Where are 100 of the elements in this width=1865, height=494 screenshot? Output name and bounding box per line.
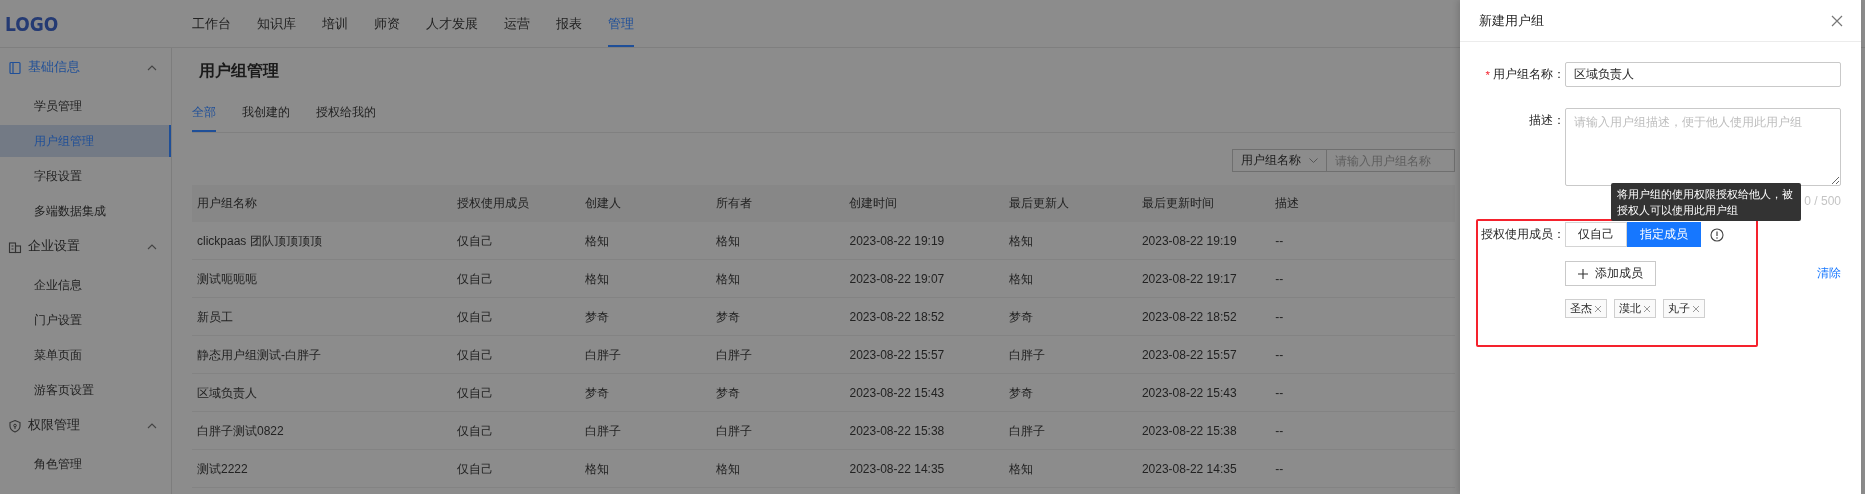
table-cell: 新员工 [192, 297, 452, 336]
column-header: 创建时间 [844, 185, 1004, 222]
table-cell: -- [1270, 335, 1455, 374]
nav-tab[interactable]: 师资 [374, 0, 400, 47]
char-counter: 0 / 500 [1804, 194, 1841, 208]
table-cell: 梦奇 [579, 297, 712, 336]
table-cell: 2023-08-22 19:19 [1136, 222, 1271, 260]
field-label: 用户组名称： [1493, 67, 1565, 82]
page-title: 用户组管理 [198, 61, 280, 81]
table-cell: 梦奇 [1003, 373, 1137, 412]
nav-tab[interactable]: 人才发展 [426, 0, 478, 47]
table-cell: 2023-08-22 19:07 [844, 259, 1004, 298]
chevron-up-icon [147, 422, 157, 429]
menu-item[interactable]: 门户设置 [0, 304, 171, 336]
table-cell: 白胖子 [1003, 411, 1137, 450]
nav-tab[interactable]: 培训 [322, 0, 348, 47]
table-cell: 2023-08-22 18:52 [1136, 297, 1271, 336]
table-cell: 2023-08-22 15:57 [1136, 335, 1271, 374]
tooltip: 将用户组的使用权限授权给他人，被授权人可以使用此用户组 [1611, 183, 1801, 221]
required-mark: * [1485, 68, 1490, 81]
segment-option[interactable]: 仅自己 [1565, 222, 1627, 247]
table-cell: 白胖子 [579, 411, 712, 450]
column-header: 用户组名称 [192, 185, 452, 222]
table-cell: 白胖子 [711, 411, 845, 450]
menu-group-label: 企业设置 [28, 238, 81, 255]
menu-item[interactable]: 学员管理 [0, 90, 171, 122]
menu-item[interactable]: 企业信息 [0, 269, 171, 301]
table-cell: 2023-08-22 14:35 [844, 449, 1004, 488]
tab[interactable]: 我创建的 [242, 95, 290, 132]
nav-tab[interactable]: 知识库 [257, 0, 296, 47]
building-icon [8, 239, 22, 254]
table-cell: clickpaas 团队顶顶顶顶 [192, 222, 452, 260]
tab[interactable]: 授权给我的 [316, 95, 376, 132]
field-label: 授权使用成员： [1481, 227, 1565, 242]
table-cell: -- [1270, 222, 1455, 260]
table-cell: 2023-08-22 15:57 [844, 335, 1004, 374]
segment-option[interactable]: 指定成员 [1627, 222, 1701, 247]
drawer-title: 新建用户组 [1479, 11, 1544, 30]
table-cell: 2023-08-22 19:17 [1136, 259, 1271, 298]
table-cell: 2023-08-22 14:35 [1136, 449, 1271, 488]
table-cell: 仅自己 [451, 222, 580, 260]
table-cell: -- [1270, 449, 1455, 488]
menu-group[interactable]: 企业设置 [0, 227, 171, 266]
table-cell: 静态用户组测试-白胖子 [192, 335, 452, 374]
table-cell: 格知 [1003, 449, 1137, 488]
menu-group[interactable]: 权限管理 [0, 406, 171, 445]
chevron-down-icon [1309, 158, 1318, 163]
table-cell: 区域负责人 [192, 373, 452, 412]
shield-icon [8, 418, 22, 433]
column-header: 最后更新人 [1003, 185, 1137, 222]
table-cell: 2023-08-22 15:38 [1136, 411, 1271, 450]
nav-tab[interactable]: 工作台 [192, 0, 231, 47]
table-cell: 仅自己 [451, 259, 580, 298]
table-cell: 仅自己 [451, 411, 580, 450]
column-header: 所有者 [711, 185, 845, 222]
menu-group-label: 权限管理 [28, 417, 81, 434]
column-header: 最后更新时间 [1136, 185, 1271, 222]
field-select[interactable]: 用户组名称 [1232, 149, 1327, 172]
table-cell: 梦奇 [579, 373, 712, 412]
table-cell: 格知 [1003, 259, 1137, 298]
close-icon [1692, 304, 1700, 313]
table-cell: 格知 [711, 449, 845, 488]
nav-tab[interactable]: 运营 [504, 0, 530, 47]
add-member-button[interactable]: 添加成员 [1565, 261, 1656, 286]
table-cell: 格知 [1003, 222, 1137, 260]
table-cell: 2023-08-22 15:43 [844, 373, 1004, 412]
table-cell: 测试2222 [192, 449, 452, 488]
table-cell: 梦奇 [711, 297, 845, 336]
table-cell: 格知 [711, 259, 845, 298]
field-label: 描述： [1529, 113, 1565, 128]
menu-item[interactable]: 游客页设置 [0, 374, 171, 406]
table-cell: 白胖子 [579, 335, 712, 374]
table-cell: 仅自己 [451, 297, 580, 336]
chevron-up-icon [147, 243, 157, 250]
logo: LOGO [5, 12, 59, 35]
menu-item[interactable]: 菜单页面 [0, 339, 171, 371]
close-icon [1643, 304, 1651, 313]
table-cell: 仅自己 [451, 449, 580, 488]
table-cell: 仅自己 [451, 373, 580, 412]
menu-group-label: 基础信息 [28, 59, 81, 76]
table-cell: 梦奇 [1003, 297, 1137, 336]
info-icon [1710, 228, 1724, 242]
table-cell: 2023-08-22 18:52 [844, 297, 1004, 336]
table-cell: -- [1270, 373, 1455, 412]
tag-label: 丸子 [1668, 301, 1690, 316]
name-input[interactable]: 区域负责人 [1565, 62, 1841, 87]
book-icon [8, 60, 22, 75]
clear-link[interactable]: 清除 [1817, 265, 1841, 282]
tag-label: 漠北 [1619, 301, 1641, 316]
menu-item[interactable]: 多端数据集成 [0, 195, 171, 227]
table-cell: 格知 [579, 449, 712, 488]
table-cell: -- [1270, 411, 1455, 450]
chevron-up-icon [147, 64, 157, 71]
table-cell: 2023-08-22 19:19 [844, 222, 1004, 260]
table-cell: 白胖子 [1003, 335, 1137, 374]
menu-item[interactable]: 字段设置 [0, 160, 171, 192]
menu-item[interactable]: 角色管理 [0, 448, 171, 480]
nav-tab[interactable]: 报表 [556, 0, 582, 47]
table-cell: 2023-08-22 15:43 [1136, 373, 1271, 412]
table-cell: 2023-08-22 15:38 [844, 411, 1004, 450]
